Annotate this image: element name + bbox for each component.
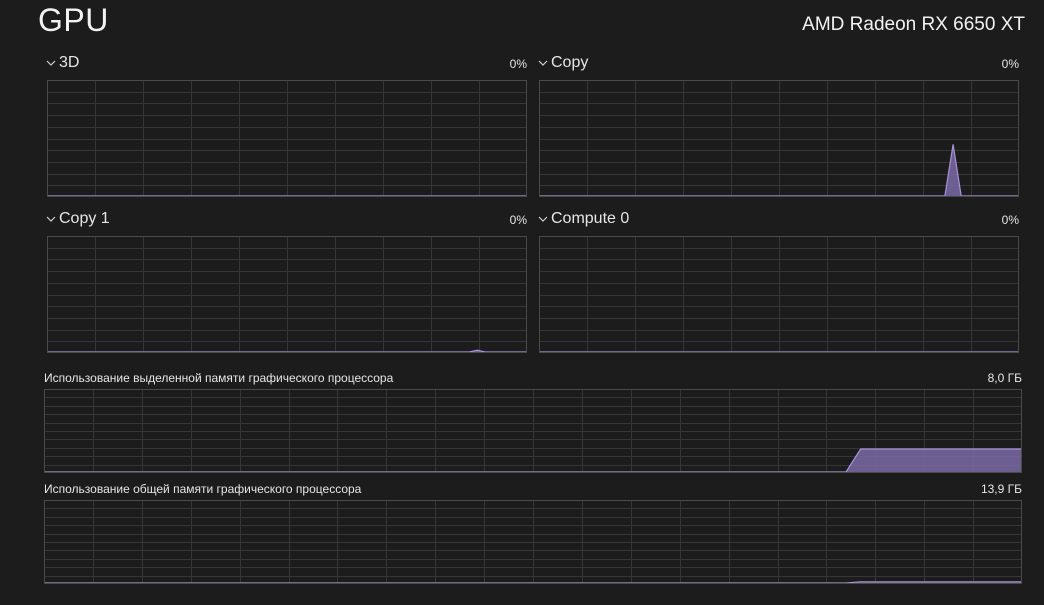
engine-copy-1: Copy 1 0% bbox=[45, 210, 527, 232]
engine-usage-value: 0% bbox=[509, 57, 527, 71]
chevron-down-icon[interactable] bbox=[537, 57, 549, 69]
usage-line bbox=[47, 349, 526, 353]
dedicated-memory-graph bbox=[44, 389, 1022, 473]
engine-3d-header[interactable]: 3D 0% bbox=[45, 54, 527, 76]
engine-selector-label[interactable]: Copy bbox=[551, 54, 588, 72]
engine-usage-value: 0% bbox=[1001, 213, 1019, 227]
chevron-down-icon[interactable] bbox=[537, 213, 549, 225]
engine-selector-label[interactable]: Compute 0 bbox=[551, 210, 629, 228]
engine-3d: 3D 0% bbox=[45, 54, 527, 76]
chevron-down-icon[interactable] bbox=[45, 213, 57, 225]
engine-compute-0: Compute 0 0% bbox=[537, 210, 1019, 232]
engine-copy-graph bbox=[539, 80, 1019, 197]
shared-memory-value: 13,9 ГБ bbox=[980, 482, 1022, 496]
engine-3d-graph bbox=[47, 80, 527, 197]
engine-copy: Copy 0% bbox=[537, 54, 1019, 76]
usage-area bbox=[44, 449, 1021, 472]
engine-usage-value: 0% bbox=[1001, 57, 1019, 71]
chevron-down-icon[interactable] bbox=[45, 57, 57, 69]
engine-usage-value: 0% bbox=[509, 213, 527, 227]
engine-copy-header[interactable]: Copy 0% bbox=[537, 54, 1019, 76]
shared-memory-graph bbox=[44, 500, 1022, 584]
engine-selector-label[interactable]: Copy 1 bbox=[59, 210, 110, 228]
dedicated-memory-label: Использование выделенной памяти графичес… bbox=[44, 371, 394, 385]
dedicated-memory-value: 8,0 ГБ bbox=[987, 371, 1022, 385]
engine-compute-0-graph bbox=[539, 236, 1019, 353]
engine-copy-1-header[interactable]: Copy 1 0% bbox=[45, 210, 527, 232]
engine-copy-1-graph bbox=[47, 236, 527, 353]
page-title: GPU bbox=[38, 2, 109, 38]
usage-line bbox=[539, 144, 1018, 197]
shared-memory-label: Использование общей памяти графического … bbox=[44, 482, 362, 496]
gpu-device-name: AMD Radeon RX 6650 XT bbox=[802, 14, 1025, 35]
engine-selector-label[interactable]: 3D bbox=[59, 54, 79, 72]
engine-compute-0-header[interactable]: Compute 0 0% bbox=[537, 210, 1019, 232]
